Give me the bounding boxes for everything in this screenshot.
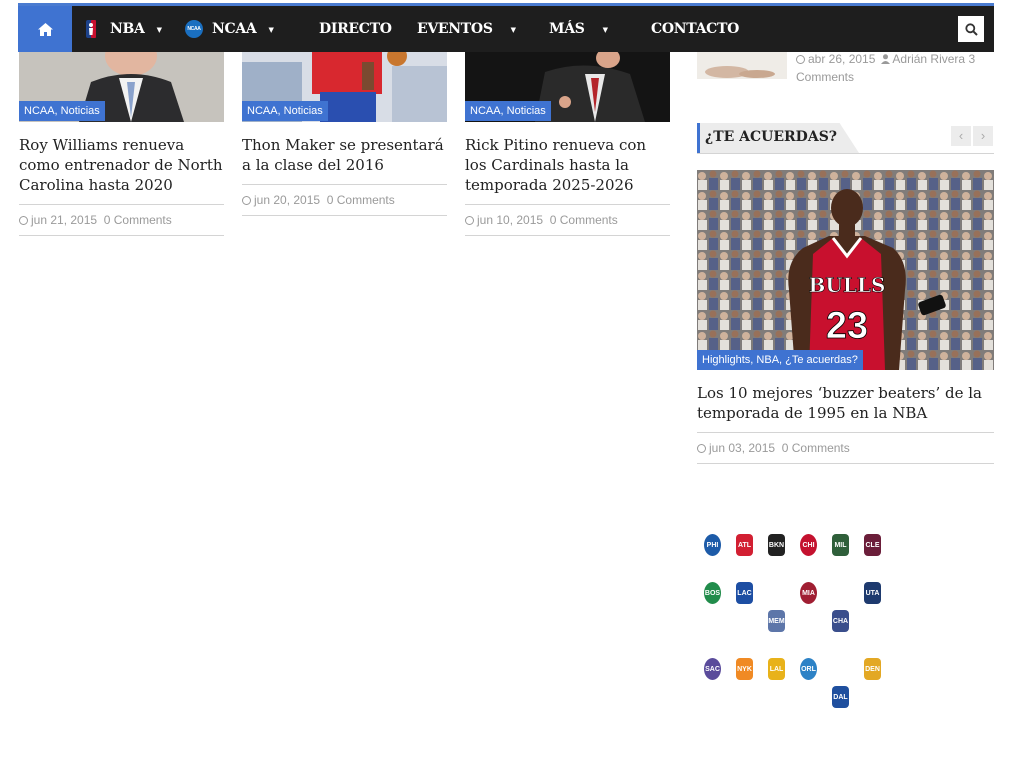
post-title[interactable]: Thon Maker se presentará a la clase del … bbox=[242, 135, 447, 175]
team-logo-grizzlies-icon[interactable]: MEM bbox=[768, 610, 785, 632]
divider bbox=[242, 215, 447, 216]
team-logo-knicks-icon[interactable]: NYK bbox=[736, 658, 753, 680]
team-logo-mavericks-icon[interactable]: DAL bbox=[832, 686, 849, 708]
jersey-number-text: 23 bbox=[826, 305, 868, 347]
clock-icon bbox=[697, 444, 706, 453]
post-date: jun 10, 2015 bbox=[477, 213, 544, 227]
ncaa-logo-icon: NCAA bbox=[185, 20, 203, 38]
nav-item-ncaa[interactable]: NCAA NCAA ▼ bbox=[185, 6, 274, 52]
divider bbox=[465, 204, 670, 205]
nav-item-nba[interactable]: NBA ▼ bbox=[86, 6, 162, 52]
top-accent-line bbox=[0, 0, 1012, 6]
post-meta: jun 21, 2015 0 Comments bbox=[19, 213, 172, 227]
post-date: jun 20, 2015 bbox=[254, 193, 321, 207]
carousel-prev-button[interactable]: ‹ bbox=[951, 126, 971, 146]
category-badge[interactable]: NCAA, Noticias bbox=[465, 101, 551, 121]
post-comments[interactable]: 0 Comments bbox=[327, 193, 395, 207]
clock-icon bbox=[242, 196, 251, 205]
post-thumbnail[interactable]: NCAA, Noticias bbox=[465, 52, 670, 122]
nav-item-label: EVENTOS bbox=[417, 21, 493, 37]
team-logo-lakers-icon[interactable]: LAL bbox=[768, 658, 785, 680]
team-logo-clippers-icon[interactable]: LAC bbox=[736, 582, 753, 604]
featured-meta: jun 03, 2015 0 Comments bbox=[697, 441, 850, 455]
nav-item-label: NCAA bbox=[212, 21, 257, 37]
featured-comments[interactable]: 0 Comments bbox=[782, 441, 850, 455]
divider bbox=[465, 235, 670, 236]
user-icon bbox=[880, 54, 890, 64]
featured-thumbnail[interactable]: BULLS 23 Highlights, NBA, ¿Te acuerdas? bbox=[697, 170, 994, 370]
team-logo-nets-icon[interactable]: BKN bbox=[768, 534, 785, 556]
recent-post-meta: abr 26, 2015 Adrián Rivera 3 Comments bbox=[796, 50, 996, 86]
nav-item-eventos[interactable]: EVENTOS ▼ bbox=[417, 6, 516, 52]
post-meta: jun 20, 2015 0 Comments bbox=[242, 193, 395, 207]
category-badge[interactable]: NCAA, Noticias bbox=[242, 101, 328, 121]
category-badge[interactable]: Highlights, NBA, ¿Te acuerdas? bbox=[697, 350, 863, 370]
team-logo-kings-icon[interactable]: SAC bbox=[704, 658, 721, 680]
clock-icon bbox=[19, 216, 28, 225]
nav-item-label: NBA bbox=[110, 21, 145, 37]
team-logo-bulls-icon[interactable]: CHI bbox=[800, 534, 817, 556]
recent-post-author[interactable]: Adrián Rivera bbox=[892, 52, 965, 66]
team-logo-hornets-icon[interactable]: CHA bbox=[832, 610, 849, 632]
jersey-team-text: BULLS bbox=[809, 273, 886, 297]
team-logo-celtics-icon[interactable]: BOS bbox=[704, 582, 721, 604]
clock-icon bbox=[796, 55, 805, 64]
post-comments[interactable]: 0 Comments bbox=[104, 213, 172, 227]
divider bbox=[697, 463, 994, 464]
team-logo-magic-icon[interactable]: ORL bbox=[800, 658, 817, 680]
home-icon bbox=[37, 22, 53, 36]
post-title[interactable]: Roy Williams renueva como entrenador de … bbox=[19, 135, 224, 195]
ncaa-logo-text: NCAA bbox=[187, 26, 201, 32]
home-button[interactable] bbox=[18, 6, 72, 52]
team-logo-heat-icon[interactable]: MIA bbox=[800, 582, 817, 604]
nav-item-label: CONTACTO bbox=[651, 21, 740, 37]
divider bbox=[19, 235, 224, 236]
featured-date: jun 03, 2015 bbox=[709, 441, 776, 455]
jordan-photo: BULLS 23 bbox=[697, 170, 994, 370]
chevron-right-icon: › bbox=[980, 128, 986, 143]
divider bbox=[19, 204, 224, 205]
recent-post-date: abr 26, 2015 bbox=[808, 52, 876, 66]
nba-logo-icon bbox=[86, 20, 96, 38]
post-thumbnail[interactable]: NCAA, Noticias bbox=[242, 52, 447, 122]
post-comments[interactable]: 0 Comments bbox=[550, 213, 618, 227]
clock-icon bbox=[465, 216, 474, 225]
team-logo-76ers-icon[interactable]: PHI bbox=[704, 534, 721, 556]
search-icon bbox=[964, 22, 978, 36]
chevron-down-icon: ▼ bbox=[156, 24, 162, 34]
nav-item-mas[interactable]: MÁS ▼ bbox=[549, 6, 608, 52]
chevron-down-icon: ▼ bbox=[510, 24, 516, 34]
chevron-left-icon: ‹ bbox=[958, 128, 964, 143]
team-logo-jazz-icon[interactable]: UTA bbox=[864, 582, 881, 604]
divider bbox=[242, 184, 447, 185]
divider bbox=[697, 432, 994, 433]
chevron-down-icon: ▼ bbox=[268, 24, 274, 34]
team-logo-bucks-icon[interactable]: MIL bbox=[832, 534, 849, 556]
post-meta: jun 10, 2015 0 Comments bbox=[465, 213, 618, 227]
main-nav: NBA ▼ NCAA NCAA ▼ DIRECTO EVENTOS ▼ MÁS … bbox=[18, 6, 994, 52]
nav-item-directo[interactable]: DIRECTO bbox=[319, 6, 392, 52]
nav-item-contacto[interactable]: CONTACTO bbox=[651, 6, 739, 52]
chevron-down-icon: ▼ bbox=[602, 24, 608, 34]
widget-header: ¿TE ACUERDAS? ‹ › bbox=[697, 123, 994, 154]
post-title[interactable]: Rick Pitino renueva con los Cardinals ha… bbox=[465, 135, 670, 195]
recent-post-thumbnail[interactable] bbox=[697, 52, 787, 79]
team-logo-nuggets-icon[interactable]: DEN bbox=[864, 658, 881, 680]
post-date: jun 21, 2015 bbox=[31, 213, 98, 227]
featured-title[interactable]: Los 10 mejores ‘buzzer beaters’ de la te… bbox=[697, 383, 994, 423]
team-logo-hawks-icon[interactable]: ATL bbox=[736, 534, 753, 556]
recent-post-photo bbox=[697, 52, 787, 79]
search-button[interactable] bbox=[958, 16, 984, 42]
nav-item-label: DIRECTO bbox=[319, 21, 392, 37]
widget-title: ¿TE ACUERDAS? bbox=[697, 123, 860, 153]
team-logo-cavaliers-icon[interactable]: CLE bbox=[864, 534, 881, 556]
category-badge[interactable]: NCAA, Noticias bbox=[19, 101, 105, 121]
carousel-next-button[interactable]: › bbox=[973, 126, 993, 146]
nav-item-label: MÁS bbox=[549, 21, 585, 37]
post-thumbnail[interactable]: NCAA, Noticias bbox=[19, 52, 224, 122]
